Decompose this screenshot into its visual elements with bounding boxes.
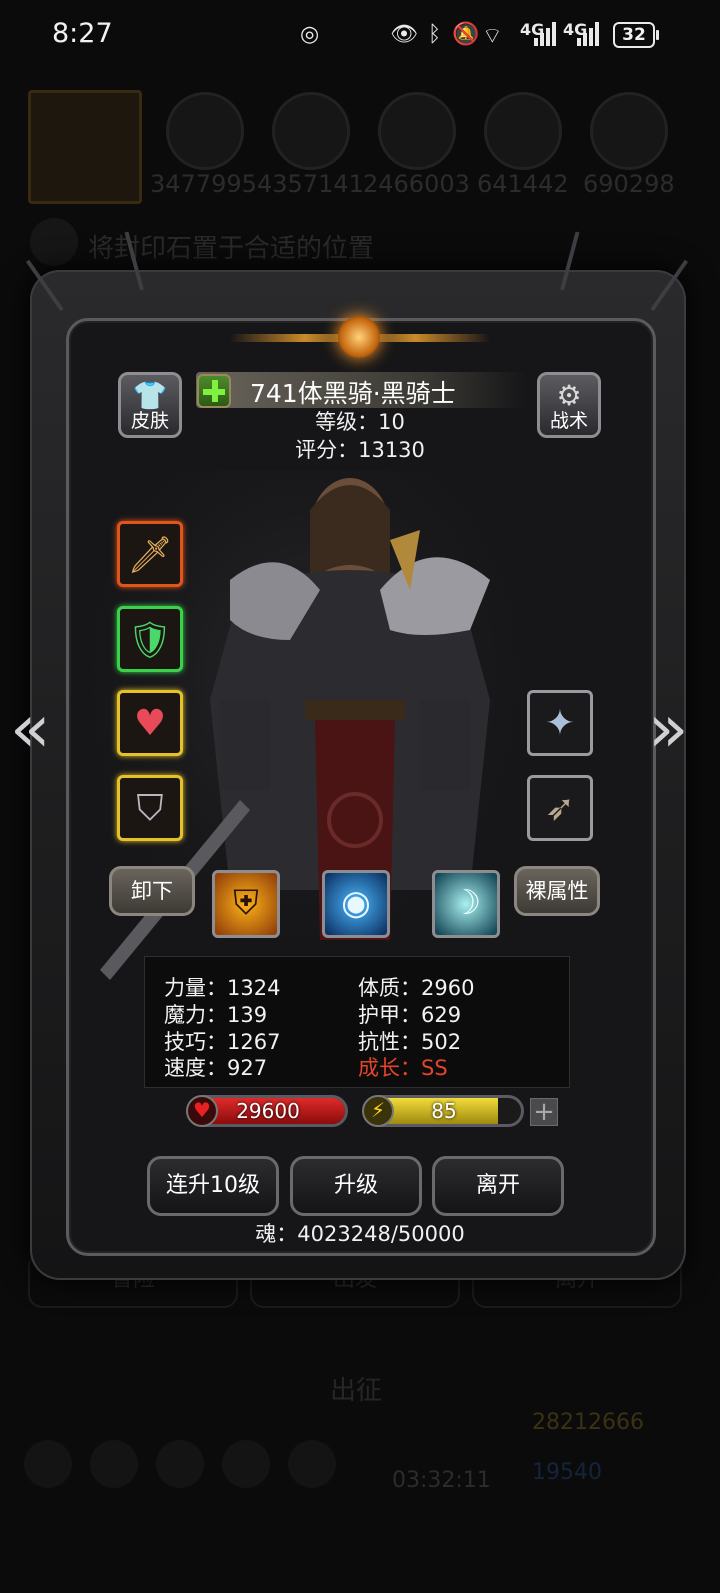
resource-icon <box>484 92 562 170</box>
emblem-slot[interactable]: ✦ <box>527 690 593 756</box>
gift-timer: 03:32:11 <box>392 1468 491 1493</box>
panel-emblem <box>230 312 490 364</box>
stat-armor: 护甲：629 <box>358 1003 462 1027</box>
armor-icon: 🛡 <box>127 620 173 661</box>
tactics-button[interactable]: ⚙ 战术 <box>537 372 601 438</box>
dock-icon <box>288 1440 336 1488</box>
eye-icon: ◉ <box>341 883 371 923</box>
bracer-icon: ➶ <box>544 788 576 829</box>
level-up-10-button[interactable]: 连升10级 <box>147 1156 279 1216</box>
level-up-button[interactable]: 升级 <box>290 1156 422 1216</box>
next-hero-arrow[interactable]: » <box>648 690 688 767</box>
hero-level: 等级：10 <box>315 410 405 434</box>
clock: 8:27 <box>52 18 113 49</box>
add-energy-button[interactable]: + <box>530 1098 558 1126</box>
hint-icon <box>30 218 78 266</box>
resource-count: 690298 <box>583 170 675 198</box>
mute-bell-icon: 🔕 <box>452 22 480 47</box>
lightning-icon: ⚡ <box>362 1095 394 1127</box>
resource-count: 641442 <box>477 170 569 198</box>
resource-count: 2466003 <box>363 170 470 198</box>
heart-icon: ♥ <box>186 1095 218 1127</box>
dock-icon <box>222 1440 270 1488</box>
stat-speed: 速度：927 <box>164 1056 268 1080</box>
resource-count: 4357141 <box>257 170 364 198</box>
stat-growth: 成长：SS <box>358 1056 448 1080</box>
dock-icon <box>90 1440 138 1488</box>
slash-icon: ☽ <box>450 883 482 923</box>
resource-icon <box>378 92 456 170</box>
bluetooth-icon: ᛒ <box>428 22 442 47</box>
dock-icon <box>156 1440 204 1488</box>
stat-magic: 魔力：139 <box>164 1003 268 1027</box>
skill-slash[interactable]: ☽ <box>432 870 500 938</box>
prev-hero-arrow[interactable]: « <box>10 690 50 767</box>
shield-icon: ⛨ <box>233 883 259 923</box>
armor-slot[interactable]: 🛡 <box>117 606 183 672</box>
bare-stats-button[interactable]: 裸属性 <box>514 866 600 916</box>
signal-icon <box>534 22 556 46</box>
gem-count: 19540 <box>532 1460 602 1485</box>
hero-score: 评分：13130 <box>295 438 425 462</box>
dock-icon <box>24 1440 72 1488</box>
resource-icon <box>166 92 244 170</box>
ring-slot[interactable]: ➶ <box>527 775 593 841</box>
resource-icon <box>590 92 668 170</box>
helmet-slot[interactable]: ⛉ <box>117 775 183 841</box>
player-portrait <box>28 90 142 204</box>
stat-strength: 力量：1324 <box>164 976 281 1000</box>
gold-count: 28212666 <box>532 1410 644 1435</box>
weapon-slot[interactable]: 🗡 <box>117 521 183 587</box>
resource-count: 3477995 <box>150 170 257 198</box>
crest-icon: ✦ <box>544 703 576 744</box>
data-saver-icon: ◎ <box>300 22 320 47</box>
skill-eye[interactable]: ◉ <box>322 870 390 938</box>
unequip-button[interactable]: 卸下 <box>109 866 195 916</box>
soul-counter: 魂：4023248/50000 <box>255 1222 465 1246</box>
resource-icon <box>272 92 350 170</box>
hero-name: 741体黑骑·黑骑士 <box>250 379 456 408</box>
heart-amulet-icon: ♥ <box>133 703 167 744</box>
eye-icon: 👁 <box>390 22 418 47</box>
status-bar: 8:27 ◎ 👁 ᛒ 🔕 ⌔ 4G 4G 32 <box>0 0 720 70</box>
expedition-label: 出征 <box>330 1376 383 1406</box>
skill-shield[interactable]: ⛨ <box>212 870 280 938</box>
stat-constitution: 体质：2960 <box>358 976 475 1000</box>
leave-button[interactable]: 离开 <box>432 1156 564 1216</box>
add-icon[interactable] <box>197 374 231 408</box>
sword-icon: 🗡 <box>127 535 173 576</box>
amulet-slot[interactable]: ♥ <box>117 690 183 756</box>
wifi-icon: ⌔ <box>482 24 503 49</box>
helmet-icon: ⛉ <box>136 788 164 829</box>
battery-icon: 32 <box>613 22 659 48</box>
signal-icon-2 <box>577 22 599 46</box>
